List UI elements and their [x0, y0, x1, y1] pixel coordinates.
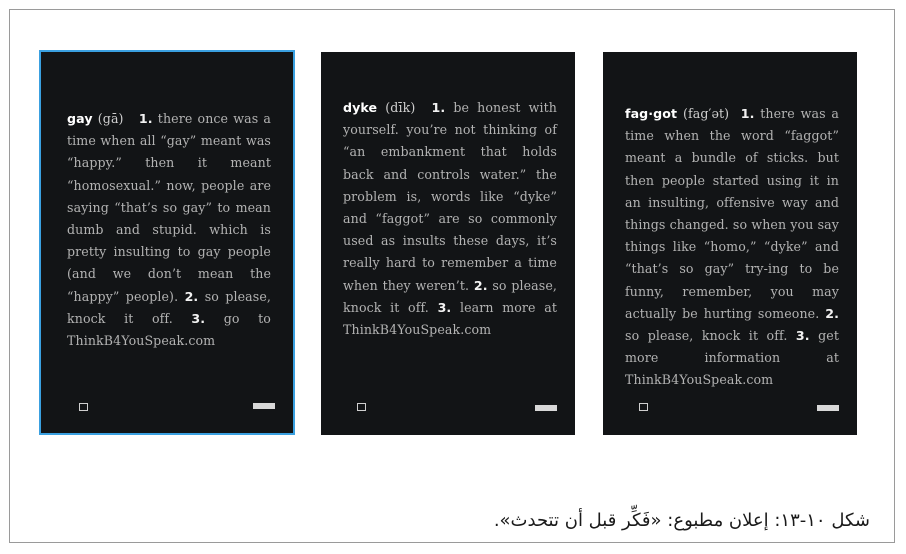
sponsor-logo-icon	[817, 405, 839, 411]
point-1-number: 1.	[431, 100, 446, 115]
poster-pronunciation: (fag′ət)	[682, 106, 730, 121]
poster-pronunciation: (gā)	[97, 111, 124, 126]
figure-caption: شكل ١٠-١٣: إعلان مطبوع: «فَكِّر قبل أن ت…	[493, 510, 870, 531]
point-1-text: there once was a time when all “gay” mea…	[67, 111, 272, 304]
campaign-logo-icon	[357, 403, 366, 411]
point-1-number: 1.	[138, 111, 153, 126]
sponsor-logo-icon	[535, 405, 557, 411]
poster-dyke: dyke (dīk) 1. be honest with yourself. y…	[321, 52, 575, 435]
point-2-number: 2.	[825, 305, 839, 321]
poster-word: fag·got	[625, 106, 678, 121]
campaign-logo-icon	[639, 403, 648, 411]
poster-faggot: fag·got (fag′ət) 1. there was a time whe…	[603, 52, 857, 435]
poster-word: gay	[67, 111, 93, 126]
point-1-text: be honest with yourself. you’re not thin…	[343, 100, 558, 293]
campaign-logo-icon	[79, 403, 88, 411]
poster-copy: dyke (dīk) 1. be honest with yourself. y…	[343, 97, 557, 341]
point-2-number: 2.	[473, 277, 488, 293]
poster-word: dyke	[343, 100, 378, 115]
point-1-text: there was a time when the word “faggot” …	[625, 106, 839, 321]
poster-copy: fag·got (fag′ət) 1. there was a time whe…	[625, 103, 839, 392]
poster-copy: gay (gā) 1. there once was a time when a…	[67, 108, 271, 352]
point-3-number: 3.	[437, 299, 452, 315]
poster-pronunciation: (dīk)	[385, 100, 416, 115]
point-3-number: 3.	[191, 310, 206, 326]
point-2-text: so please, knock it off.	[625, 328, 788, 344]
point-2-number: 2.	[184, 288, 199, 304]
poster-gay: gay (gā) 1. there once was a time when a…	[39, 50, 295, 435]
point-1-number: 1.	[740, 106, 755, 121]
point-3-number: 3.	[795, 328, 810, 344]
sponsor-logo-icon	[253, 403, 275, 409]
